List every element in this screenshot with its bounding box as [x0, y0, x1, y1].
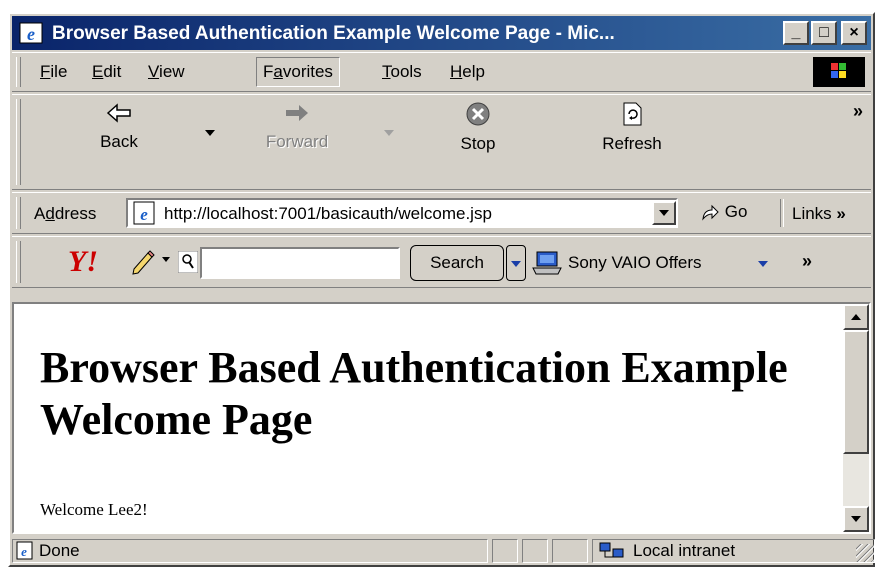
close-icon: × [849, 24, 859, 41]
address-bar: Address e http://localhost:7001/basicaut… [12, 192, 871, 234]
back-label: Back [100, 132, 138, 151]
back-arrow-icon [106, 103, 131, 123]
laptop-icon [532, 251, 562, 275]
stop-button[interactable]: Stop [448, 101, 508, 154]
menu-help-accel: H [450, 62, 463, 81]
title-bar[interactable]: e Browser Based Authentication Example W… [12, 16, 871, 50]
windows-logo-icon [813, 57, 865, 87]
intranet-icon [599, 542, 624, 558]
standard-toolbar: Back Forward Stop Refresh » [12, 94, 871, 190]
links-label: Links [792, 204, 832, 223]
yahoo-search-dropdown[interactable] [506, 245, 526, 281]
menu-bar: File Edit View Favorites Tools Help [12, 52, 871, 92]
address-url: http://localhost:7001/basicauth/welcome.… [164, 204, 492, 223]
refresh-label: Refresh [602, 134, 662, 153]
address-field[interactable]: e http://localhost:7001/basicauth/welcom… [126, 198, 678, 228]
sony-vaio-offers-link[interactable]: Sony VAIO Offers [568, 253, 702, 273]
yahoo-search-button[interactable]: Search [410, 245, 504, 281]
svg-text:e: e [27, 24, 35, 44]
welcome-text: Welcome Lee2! [40, 500, 148, 519]
forward-dropdown-icon[interactable] [384, 130, 394, 136]
status-text: Done [39, 541, 80, 560]
menu-edit[interactable]: Edit [92, 62, 121, 82]
address-dropdown-button[interactable] [652, 201, 676, 225]
yahoo-search-input[interactable] [200, 247, 400, 279]
scroll-thumb[interactable] [843, 330, 869, 454]
menu-view-accel: V [148, 62, 160, 81]
menu-file-accel: F [40, 62, 51, 81]
page-content: Browser Based Authentication Example Wel… [12, 302, 871, 534]
menu-view[interactable]: View [148, 62, 185, 82]
search-icon [178, 251, 198, 273]
ie-logo-icon: e [19, 22, 43, 44]
svg-text:e: e [140, 205, 148, 224]
go-label: Go [724, 202, 748, 221]
yahoo-search-label: Search [430, 253, 484, 272]
menu-tools-accel: T [382, 62, 391, 81]
forward-button[interactable]: Forward [252, 101, 342, 152]
menu-file[interactable]: File [40, 62, 67, 82]
menu-help[interactable]: Help [450, 62, 485, 82]
yahoo-overflow-icon[interactable]: » [802, 251, 812, 272]
yahoo-grip[interactable] [16, 241, 21, 283]
chevron-down-icon [659, 210, 669, 216]
maximize-button[interactable]: □ [811, 21, 837, 45]
status-panel-secure [522, 539, 548, 563]
minimize-icon: _ [791, 24, 801, 41]
links-separator [780, 199, 784, 227]
go-arrow-icon [702, 204, 719, 221]
yahoo-toolbar: Y! Search Sony VAIO Offers » [12, 236, 871, 288]
resize-grip-icon[interactable] [856, 544, 874, 562]
forward-arrow-icon [286, 105, 308, 121]
zone-panel: Local intranet [592, 539, 875, 563]
offers-dropdown-icon[interactable] [758, 261, 768, 267]
status-panel: e Done [12, 539, 488, 563]
refresh-button[interactable]: Refresh [592, 101, 672, 154]
maximize-icon: □ [819, 24, 829, 41]
menu-edit-accel: E [92, 62, 104, 81]
scroll-down-button[interactable] [843, 506, 869, 532]
yahoo-logo-icon[interactable]: Y! [66, 245, 122, 277]
links-overflow-icon: » [836, 204, 846, 223]
page-done-icon: e [16, 541, 33, 560]
scroll-up-icon [851, 314, 861, 320]
toolbar-grip[interactable] [16, 99, 21, 185]
address-label: Address [34, 204, 97, 223]
pencil-icon[interactable] [130, 247, 158, 275]
toolbar-overflow-icon[interactable]: » [853, 101, 863, 122]
minimize-button[interactable]: _ [783, 21, 809, 45]
zone-text: Local intranet [633, 541, 736, 560]
page-heading: Browser Based Authentication Example Wel… [40, 343, 788, 444]
scroll-down-icon [851, 516, 861, 522]
page-icon: e [133, 201, 155, 225]
back-dropdown-icon[interactable] [205, 130, 215, 136]
links-button[interactable]: Links » [792, 204, 846, 224]
refresh-icon [623, 102, 642, 126]
svg-text:Y!: Y! [68, 245, 98, 277]
menu-favorites-accel: a [273, 62, 283, 81]
chevron-down-icon [511, 261, 521, 267]
status-panel-extra [552, 539, 588, 563]
pencil-dropdown-icon[interactable] [162, 257, 170, 262]
stop-icon [466, 102, 490, 126]
browser-window: e Browser Based Authentication Example W… [8, 12, 875, 567]
menu-tools[interactable]: Tools [382, 62, 422, 82]
svg-text:e: e [21, 544, 27, 559]
window-title: Browser Based Authentication Example Wel… [52, 23, 615, 44]
back-button[interactable]: Back [84, 101, 154, 152]
go-button[interactable]: Go [700, 202, 747, 222]
status-bar: e Done Local intranet [12, 536, 875, 565]
vertical-scrollbar[interactable] [843, 304, 869, 532]
menu-favorites[interactable]: Favorites [256, 57, 340, 87]
menu-bar-grip[interactable] [16, 57, 21, 87]
address-grip[interactable] [16, 197, 21, 229]
forward-label: Forward [265, 132, 329, 151]
stop-label: Stop [460, 134, 496, 153]
status-panel-progress [492, 539, 518, 563]
close-button[interactable]: × [841, 21, 867, 45]
scroll-up-button[interactable] [843, 304, 869, 330]
